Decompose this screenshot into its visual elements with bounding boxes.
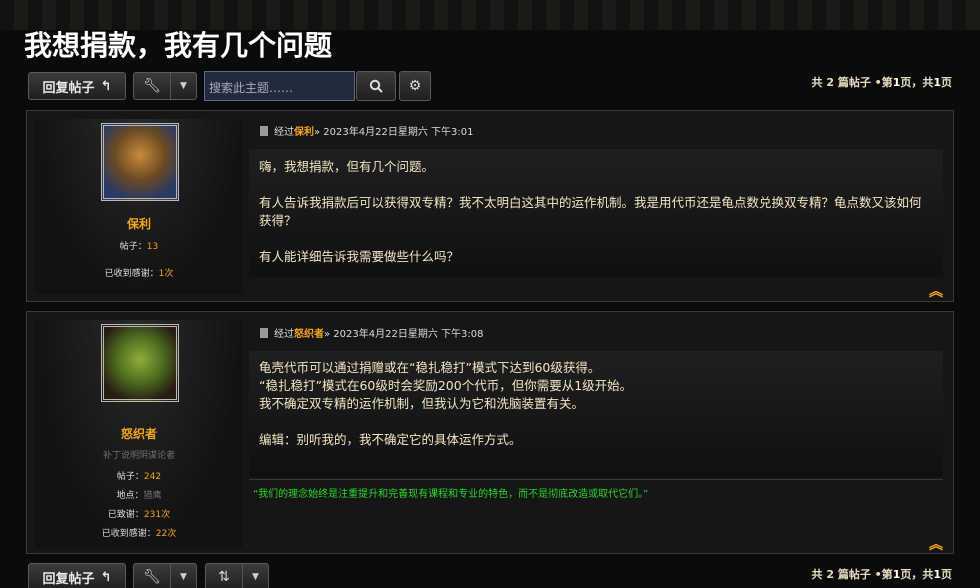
chevron-down-icon: ▼ <box>170 73 196 99</box>
post-line: “稳扎稳打”模式在60级时会奖励200个代币，但你需要从1级开始。 <box>259 378 633 393</box>
file-icon <box>260 328 268 338</box>
post-author[interactable]: 怒织者 <box>35 425 243 442</box>
post-1: 保利 帖子：13 已收到感谢：1次 经过保利» 2023年4月22日星期六 下午… <box>26 110 954 302</box>
post-author[interactable]: 保利 <box>35 215 243 232</box>
post-paragraph: 有人能详细告诉我需要做些什么吗？ <box>259 249 460 264</box>
post-meta-author[interactable]: 保利 <box>294 127 314 138</box>
search-input[interactable]: 搜索此主题…… <box>204 71 355 101</box>
search-button[interactable] <box>356 71 396 101</box>
wrench-icon: 🔧︎ <box>143 78 161 94</box>
pagination-top: 共 2 篇帖子 •第1页，共1页 <box>811 76 953 89</box>
post-2: 怒织者 补丁说明阴谋论者 帖子：242 地点：猎鹰 已致谢：231次 已收到感谢… <box>26 311 954 554</box>
post-2-profile: 怒织者 补丁说明阴谋论者 帖子：242 地点：猎鹰 已致谢：231次 已收到感谢… <box>35 320 243 548</box>
search-icon <box>369 79 383 93</box>
post-line: 我不确定双专精的运作机制，但我认为它和洗脑装置有关。 <box>259 396 585 411</box>
post-meta: 经过怒织者» 2023年4月22日星期六 下午3:08 <box>260 325 483 340</box>
thanks-received: 已收到感谢：1次 <box>104 269 174 279</box>
search-settings-button[interactable]: ⚙ <box>399 71 431 101</box>
post-paragraph: 嗨，我想捐款，但有几个问题。 <box>259 159 435 174</box>
post-1-profile: 保利 帖子：13 已收到感谢：1次 <box>35 119 243 294</box>
post-body: 龟壳代币可以通过捐赠或在“稳扎稳打”模式下达到60级获得。 “稳扎稳打”模式在6… <box>249 351 943 477</box>
avatar[interactable] <box>101 123 179 201</box>
user-rank: 补丁说明阴谋论者 <box>102 451 175 461</box>
reply-button[interactable]: 回复帖子 ↰ <box>28 72 126 100</box>
gear-icon: ⚙ <box>408 78 422 94</box>
reply-button-bottom[interactable]: 回复帖子 ↰ <box>28 563 126 588</box>
reply-button-label: 回复帖子 <box>42 571 95 587</box>
post-line: 龟壳代币可以通过捐赠或在“稳扎稳打”模式下达到60级获得。 <box>259 360 601 375</box>
post-body: 嗨，我想捐款，但有几个问题。 有人告诉我捐款后可以获得双专精？我不太明白这其中的… <box>249 149 943 277</box>
avatar[interactable] <box>101 324 179 402</box>
post-paragraph: 有人告诉我捐款后可以获得双专精？我不太明白这其中的运作机制。我是用代币还是龟点数… <box>259 195 922 228</box>
reply-arrow-icon: ↰ <box>100 569 112 585</box>
page-title: 我想捐款，我有几个问题 <box>24 29 333 62</box>
wrench-icon: 🔧︎ <box>143 569 161 585</box>
reply-button-label: 回复帖子 <box>42 80 95 96</box>
back-to-top-icon[interactable]: ︽ <box>929 534 943 554</box>
post-1-content: 经过保利» 2023年4月22日星期六 下午3:01 嗨，我想捐款，但有几个问题… <box>249 111 943 301</box>
user-location: 地点：猎鹰 <box>116 491 162 501</box>
thanks-given: 已致谢：231次 <box>107 510 171 520</box>
reply-arrow-icon: ↰ <box>100 78 112 94</box>
thanks-received: 已收到感谢：22次 <box>101 529 177 539</box>
sort-icon: ⇅ <box>218 569 230 585</box>
pagination-bottom: 共 2 篇帖子 •第1页，共1页 <box>811 568 953 581</box>
back-to-top-icon[interactable]: ︽ <box>929 281 943 301</box>
chevron-down-icon: ▼ <box>242 564 268 588</box>
tools-dropdown[interactable]: 🔧︎ ▼ <box>133 72 197 100</box>
post-count: 帖子：13 <box>119 242 159 252</box>
post-2-content: 经过怒织者» 2023年4月22日星期六 下午3:08 龟壳代币可以通过捐赠或在… <box>249 312 943 552</box>
post-edit-note: 编辑：别听我的，我不确定它的具体运作方式。 <box>259 432 522 447</box>
post-signature: “我们的理念始终是注重提升和完善现有课程和专业的特色，而不是彻底改造或取代它们。… <box>249 479 943 505</box>
chevron-down-icon: ▼ <box>170 564 196 588</box>
post-meta: 经过保利» 2023年4月22日星期六 下午3:01 <box>260 123 473 138</box>
post-meta-author[interactable]: 怒织者 <box>294 329 324 340</box>
sort-dropdown[interactable]: ⇅ ▼ <box>205 563 269 588</box>
tools-dropdown-bottom[interactable]: 🔧︎ ▼ <box>133 563 197 588</box>
file-icon <box>260 126 268 136</box>
post-count: 帖子：242 <box>116 472 162 482</box>
